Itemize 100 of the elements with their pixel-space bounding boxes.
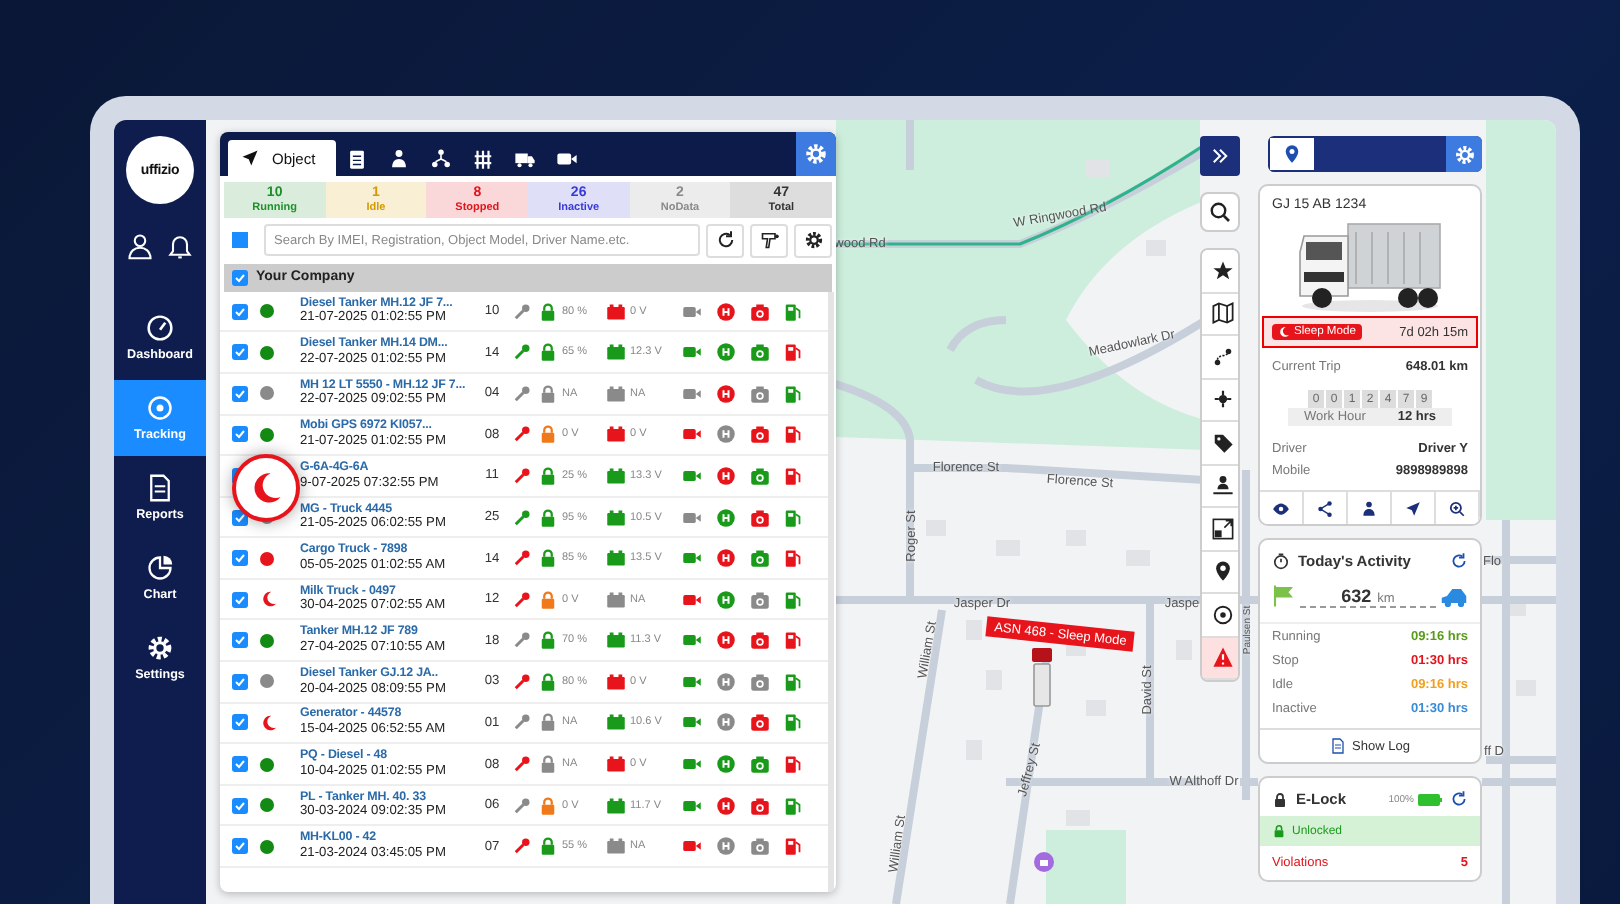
search-button[interactable]	[1200, 192, 1240, 232]
circle-icon[interactable]	[715, 301, 735, 322]
video-camera-icon[interactable]	[681, 424, 701, 445]
circle-icon[interactable]	[715, 383, 735, 404]
camera-icon[interactable]	[749, 589, 769, 610]
expand-button[interactable]	[1200, 136, 1240, 176]
settings-icon	[804, 142, 828, 166]
circle-icon[interactable]	[715, 836, 735, 857]
video-camera-icon[interactable]	[681, 671, 701, 692]
double-chevron-icon	[1210, 146, 1230, 166]
bell-icon[interactable]	[166, 232, 194, 260]
flag-icon	[1272, 584, 1296, 608]
people-tree-icon	[430, 147, 453, 169]
crosshair-icon	[1211, 603, 1233, 626]
tool-button[interactable]	[750, 223, 788, 258]
checkbox[interactable]	[232, 797, 248, 814]
lock-icon	[1272, 824, 1286, 838]
camera-icon[interactable]	[749, 836, 769, 857]
refresh-button[interactable]	[706, 223, 744, 258]
circle-icon[interactable]	[715, 424, 735, 445]
clipboard-icon	[346, 147, 369, 169]
circle-icon[interactable]	[715, 795, 735, 816]
checkbox[interactable]	[232, 591, 248, 608]
document-icon	[1330, 738, 1347, 754]
video-camera-icon[interactable]	[681, 548, 701, 569]
gauge-icon	[146, 314, 174, 342]
camera-icon[interactable]	[749, 465, 769, 486]
fence-icon	[472, 147, 495, 169]
map-tool-button[interactable]	[1202, 250, 1238, 293]
circle-icon[interactable]	[715, 465, 735, 486]
camera-icon[interactable]	[749, 424, 769, 445]
select-toggle[interactable]	[232, 232, 248, 249]
pie-chart-icon	[146, 554, 174, 582]
camera-icon[interactable]	[749, 671, 769, 692]
checkbox[interactable]	[232, 385, 248, 402]
settings-icon	[1453, 143, 1475, 165]
camera-icon[interactable]	[749, 342, 769, 363]
circle-icon[interactable]	[715, 507, 735, 527]
checkbox[interactable]	[232, 269, 248, 286]
settings-button[interactable]	[794, 223, 832, 258]
route-icon	[1211, 345, 1233, 368]
camera-icon[interactable]	[749, 383, 769, 404]
distance-value: 632	[1341, 585, 1372, 605]
checkbox[interactable]	[232, 714, 248, 731]
stopwatch-icon	[1272, 552, 1290, 570]
circle-icon[interactable]	[715, 548, 735, 569]
target-icon	[146, 394, 174, 422]
camera-icon[interactable]	[749, 301, 769, 322]
video-camera-icon[interactable]	[681, 465, 701, 486]
circle-icon[interactable]	[715, 671, 735, 692]
circle-icon[interactable]	[715, 342, 735, 363]
warning-icon	[1211, 646, 1233, 669]
checkbox[interactable]	[232, 632, 248, 649]
video-camera-icon[interactable]	[681, 507, 701, 527]
camera-icon[interactable]	[749, 795, 769, 816]
user-icon[interactable]	[126, 232, 154, 260]
checkbox[interactable]	[232, 426, 248, 443]
video-camera-icon[interactable]	[681, 712, 701, 733]
action-button[interactable]	[1260, 492, 1304, 524]
checkbox[interactable]	[232, 303, 248, 320]
eye-icon	[1272, 499, 1290, 517]
video-camera-icon[interactable]	[681, 754, 701, 775]
refresh-icon[interactable]	[1450, 552, 1468, 570]
video-camera-icon[interactable]	[681, 383, 701, 404]
refresh-icon	[715, 230, 735, 251]
navigation-arrow-icon	[1404, 499, 1422, 517]
checkbox[interactable]	[232, 838, 248, 855]
camera-icon[interactable]	[749, 712, 769, 733]
video-camera-icon[interactable]	[681, 301, 701, 322]
settings-icon	[146, 634, 174, 662]
video-camera-icon[interactable]	[681, 836, 701, 857]
settings-icon	[803, 230, 823, 251]
video-camera-icon[interactable]	[681, 795, 701, 816]
camera-icon[interactable]	[749, 630, 769, 651]
circle-icon[interactable]	[715, 630, 735, 651]
checkbox[interactable]	[232, 550, 248, 567]
video-camera-icon[interactable]	[681, 589, 701, 610]
location-button[interactable]	[1270, 138, 1314, 170]
camera-icon[interactable]	[749, 548, 769, 569]
place-pin-icon[interactable]	[1034, 852, 1054, 872]
zoom-icon	[1448, 499, 1466, 517]
search-icon	[1208, 200, 1232, 224]
moon-icon	[1278, 326, 1290, 338]
circle-icon[interactable]	[715, 589, 735, 610]
tag-icon	[1211, 431, 1233, 454]
refresh-icon[interactable]	[1450, 790, 1468, 808]
video-camera-icon[interactable]	[681, 342, 701, 363]
checkbox[interactable]	[232, 344, 248, 361]
video-camera-icon[interactable]	[681, 630, 701, 651]
lock-icon	[1272, 791, 1288, 807]
circle-icon[interactable]	[715, 712, 735, 733]
circle-icon[interactable]	[715, 754, 735, 775]
camera-icon[interactable]	[749, 507, 769, 527]
tool-icon	[759, 230, 779, 251]
pin-icon	[1211, 560, 1233, 583]
person-icon	[388, 147, 411, 169]
checkbox[interactable]	[232, 756, 248, 773]
truck-marker-drawing[interactable]	[1030, 648, 1054, 708]
checkbox[interactable]	[232, 673, 248, 690]
camera-icon[interactable]	[749, 754, 769, 775]
